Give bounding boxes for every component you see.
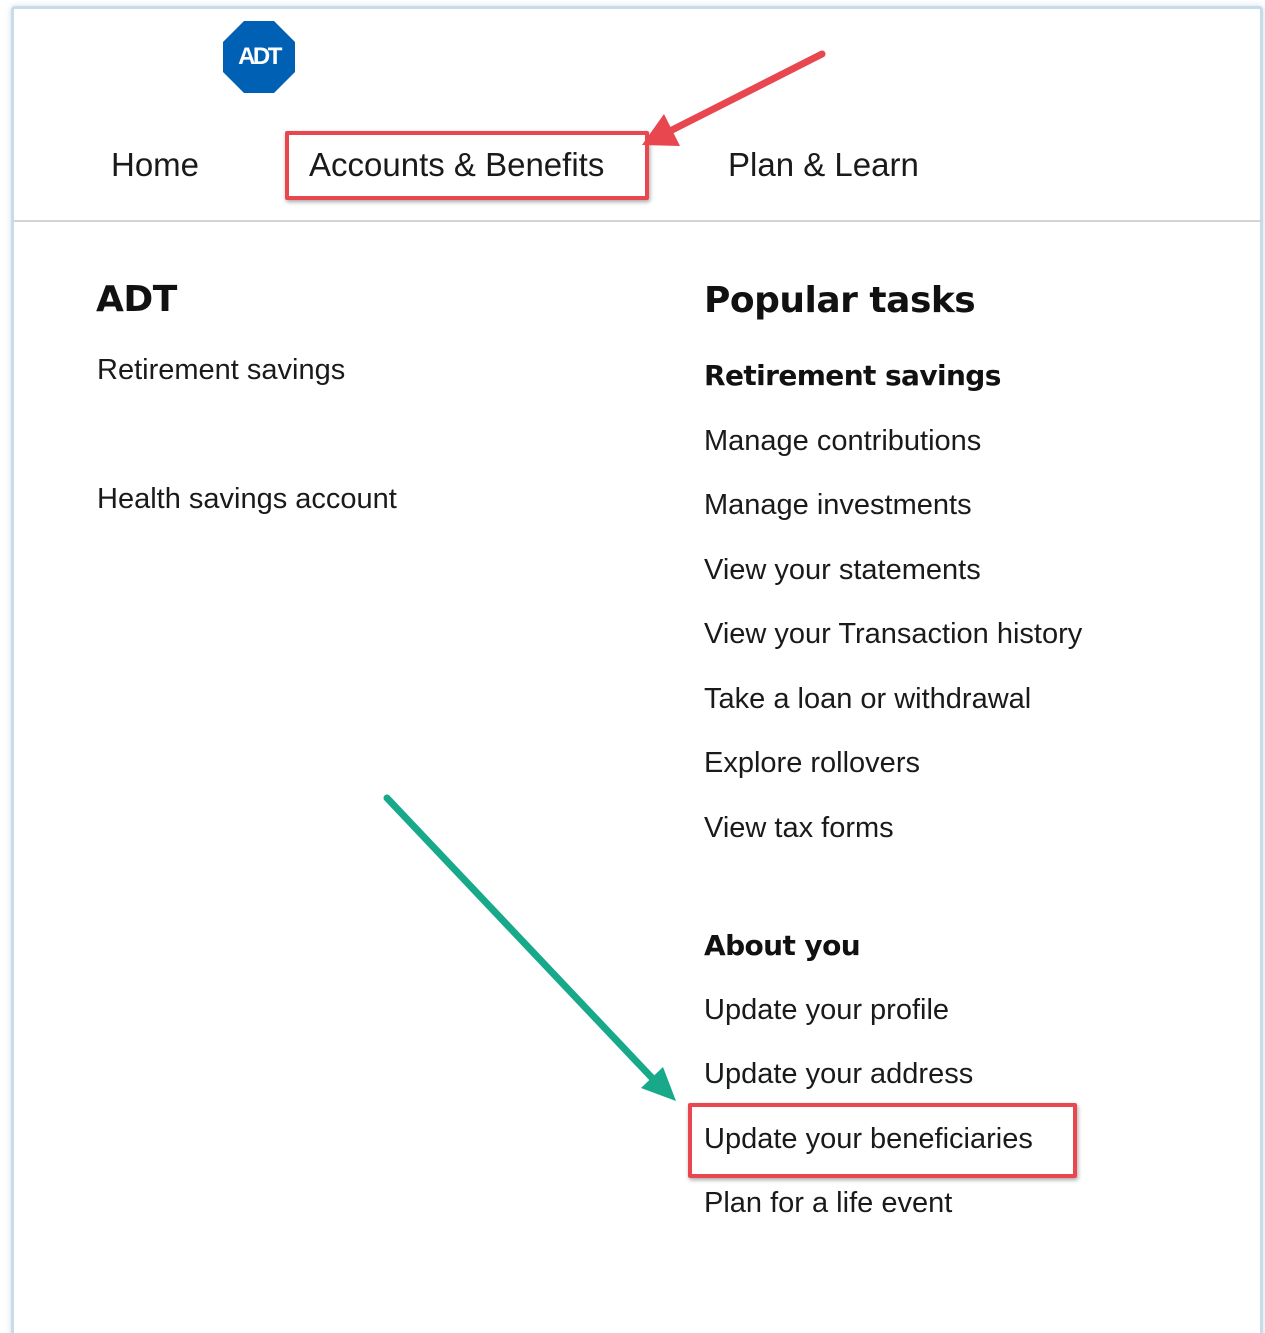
adt-logo[interactable]: ADT [222,20,296,94]
nav-home[interactable]: Home [111,146,199,184]
task-update-profile[interactable]: Update your profile [704,994,949,1027]
section-title-about-you: About you [704,929,861,962]
task-view-statements[interactable]: View your statements [704,554,981,587]
link-retirement-savings[interactable]: Retirement savings [97,354,345,387]
popular-tasks-heading: Popular tasks [704,280,976,321]
task-explore-rollovers[interactable]: Explore rollovers [704,747,920,780]
adt-logo-text: ADT [238,43,282,70]
highlight-box-beneficiaries [688,1103,1077,1178]
task-view-tax-forms[interactable]: View tax forms [704,812,894,845]
link-health-savings-account[interactable]: Health savings account [97,483,397,516]
nav-plan-learn[interactable]: Plan & Learn [728,146,919,184]
task-plan-life-event[interactable]: Plan for a life event [704,1187,952,1220]
nav-divider [14,220,1263,222]
task-take-loan-withdrawal[interactable]: Take a loan or withdrawal [704,683,1031,716]
highlight-box-accounts-benefits [285,131,649,200]
task-update-address[interactable]: Update your address [704,1058,973,1091]
task-manage-investments[interactable]: Manage investments [704,489,972,522]
task-view-transaction-history[interactable]: View your Transaction history [704,618,1082,651]
company-heading: ADT [96,279,177,320]
task-manage-contributions[interactable]: Manage contributions [704,425,981,458]
section-title-retirement-savings: Retirement savings [704,359,1001,392]
